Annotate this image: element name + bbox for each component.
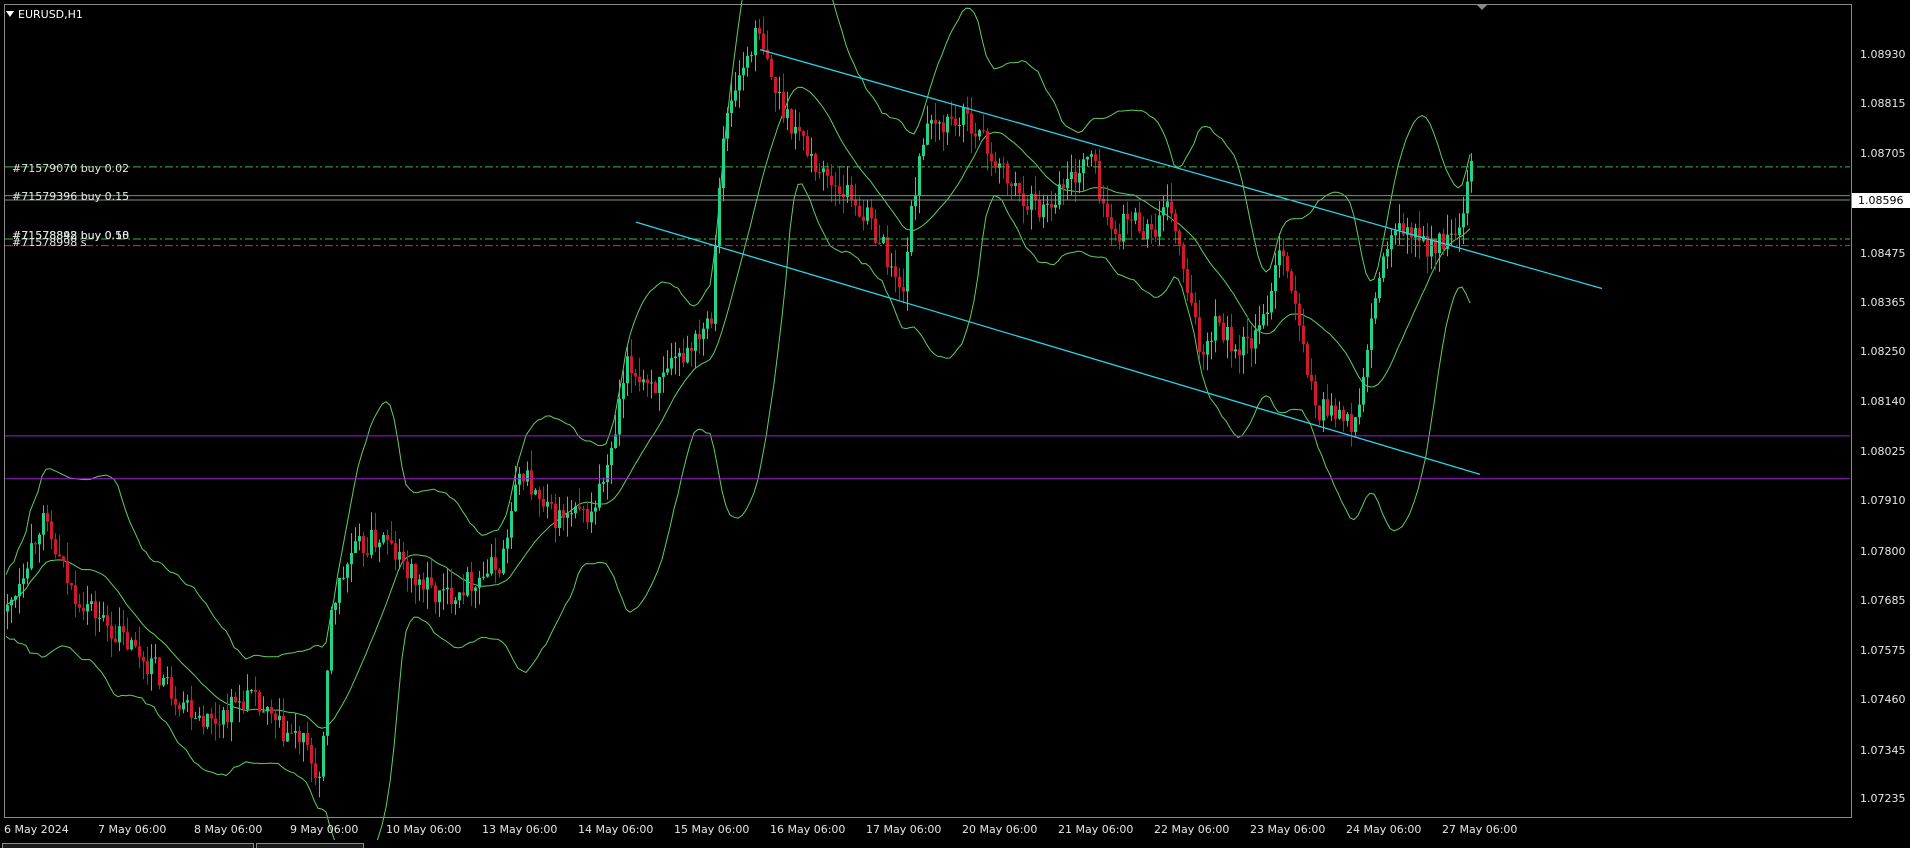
chart-window[interactable]: EURUSD,H1 #71579070 buy 0.02 #71579396 b…	[0, 0, 1910, 848]
price-axis-label: 1.08705	[1860, 147, 1906, 160]
price-axis-label: 1.08140	[1860, 395, 1906, 408]
dropdown-triangle-icon[interactable]	[6, 11, 14, 17]
order-label[interactable]: #71578998 s	[12, 236, 86, 249]
time-axis-label: 17 May 06:00	[866, 823, 942, 836]
time-axis-label: 8 May 06:00	[194, 823, 263, 836]
price-axis-label: 1.07345	[1860, 744, 1906, 757]
price-axis-label: 1.08365	[1860, 296, 1906, 309]
time-axis-label: 6 May 2024	[4, 823, 69, 836]
time-axis-label: 9 May 06:00	[290, 823, 359, 836]
time-axis-label: 20 May 06:00	[962, 823, 1038, 836]
symbol-title[interactable]: EURUSD,H1	[6, 8, 83, 21]
time-axis-label: 13 May 06:00	[482, 823, 558, 836]
price-axis-label: 1.07575	[1860, 644, 1906, 657]
price-axis-label: 1.07910	[1860, 494, 1906, 507]
symbol-label: EURUSD,H1	[18, 8, 83, 21]
time-axis-label: 7 May 06:00	[98, 823, 167, 836]
price-axis-label: 1.07685	[1860, 594, 1906, 607]
price-axis-label: 1.08250	[1860, 345, 1906, 358]
price-axis-label: 1.08025	[1860, 445, 1906, 458]
order-label[interactable]: #71579396 buy 0.15	[12, 190, 129, 203]
time-axis-label: 24 May 06:00	[1346, 823, 1422, 836]
time-axis-label: 23 May 06:00	[1250, 823, 1326, 836]
price-axis-label: 1.07460	[1860, 693, 1906, 706]
price-axis-label: 1.07235	[1860, 792, 1906, 805]
time-axis-label: 15 May 06:00	[674, 823, 750, 836]
price-axis-label: 1.08930	[1860, 48, 1906, 61]
time-axis-label: 22 May 06:00	[1154, 823, 1230, 836]
plot-frame	[4, 4, 1852, 818]
chart-tab[interactable]	[2, 843, 254, 848]
current-price-tag: 1.08596	[1852, 193, 1910, 208]
time-axis-label: 10 May 06:00	[386, 823, 462, 836]
price-axis-label: 1.08815	[1860, 97, 1906, 110]
chart-shift-marker-icon[interactable]	[1476, 4, 1488, 10]
time-axis-label: 16 May 06:00	[770, 823, 846, 836]
time-axis-label: 27 May 06:00	[1442, 823, 1518, 836]
time-axis-label: 21 May 06:00	[1058, 823, 1134, 836]
price-axis-label: 1.08475	[1860, 247, 1906, 260]
chart-tab[interactable]	[256, 843, 364, 848]
order-label[interactable]: #71579070 buy 0.02	[12, 162, 129, 175]
price-axis-label: 1.07800	[1860, 545, 1906, 558]
time-axis-label: 14 May 06:00	[578, 823, 654, 836]
